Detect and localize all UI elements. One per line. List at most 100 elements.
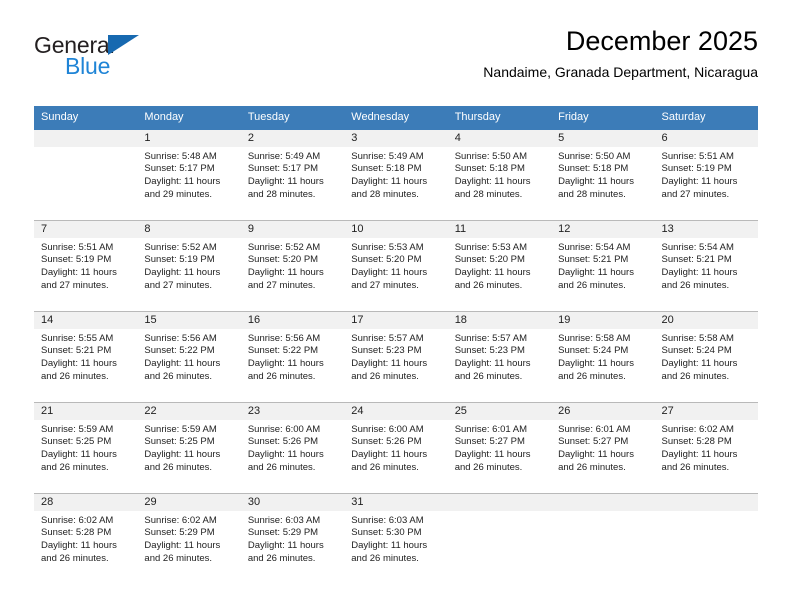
- day-number: 27: [654, 402, 758, 420]
- sunrise-text: Sunrise: 5:53 AM: [454, 241, 528, 253]
- daylight-text: Daylight: 11 hours and 26 minutes.: [558, 357, 634, 382]
- sunset-text: Sunset: 5:19 PM: [41, 254, 112, 266]
- day-cell-29[interactable]: 29 Sunrise: 6:02 AM Sunset: 5:29 PM Dayligh…: [137, 493, 241, 584]
- logo-text-blue: Blue: [65, 53, 111, 79]
- sunset-text: Sunset: 5:21 PM: [661, 254, 732, 266]
- weekday-header-tuesday: Tuesday: [247, 111, 290, 123]
- day-details: Sunrise: 5:53 AM Sunset: 5:20 PM Daylight:…: [448, 238, 551, 292]
- day-number: 7: [34, 220, 138, 238]
- day-cell-31[interactable]: 31 Sunrise: 6:03 AM Sunset: 5:30 PM Dayligh…: [344, 493, 448, 584]
- daylight-text: Daylight: 11 hours and 27 minutes.: [247, 266, 324, 291]
- day-cell-23[interactable]: 23 Sunrise: 6:00 AM Sunset: 5:26 PM Dayligh…: [240, 402, 345, 493]
- sunset-text: Sunset: 5:23 PM: [454, 345, 525, 357]
- day-number: 3: [344, 129, 448, 147]
- day-details: Sunrise: 5:55 AM Sunset: 5:21 PM Daylight:…: [34, 329, 137, 383]
- day-number: 26: [551, 402, 655, 420]
- day-details: Sunrise: 6:00 AM Sunset: 5:26 PM Daylight:…: [241, 420, 344, 474]
- sunrise-text: Sunrise: 5:53 AM: [351, 241, 424, 253]
- daylight-text: Daylight: 11 hours and 26 minutes.: [41, 539, 117, 564]
- day-cell-30[interactable]: 30 Sunrise: 6:03 AM Sunset: 5:29 PM Dayligh…: [240, 493, 345, 584]
- sunset-text: Sunset: 5:29 PM: [247, 527, 319, 539]
- daylight-text: Daylight: 11 hours and 26 minutes.: [661, 357, 738, 382]
- sunset-text: Sunset: 5:17 PM: [247, 163, 319, 175]
- sunset-text: Sunset: 5:18 PM: [454, 163, 525, 175]
- day-cell-6[interactable]: 6 Sunrise: 5:51 AM Sunset: 5:19 PM Daylight…: [654, 129, 758, 220]
- sunrise-text: Sunrise: 6:02 AM: [144, 514, 217, 526]
- day-cell-18[interactable]: 18 Sunrise: 5:57 AM Sunset: 5:23 PM Dayligh…: [447, 311, 552, 402]
- day-number: 18: [447, 311, 552, 329]
- sunset-text: Sunset: 5:23 PM: [351, 345, 422, 357]
- day-cell-25[interactable]: 25 Sunrise: 6:01 AM Sunset: 5:27 PM Dayligh…: [447, 402, 552, 493]
- calendar-weeks: 1 Sunrise: 5:48 AM Sunset: 5:17 PM Daylight…: [34, 129, 758, 584]
- day-cell-2[interactable]: 2 Sunrise: 5:49 AM Sunset: 5:17 PM Daylight…: [240, 129, 345, 220]
- day-cell-8[interactable]: 8 Sunrise: 5:52 AM Sunset: 5:19 PM Daylight…: [137, 220, 241, 311]
- day-number: 17: [344, 311, 448, 329]
- sunrise-text: Sunrise: 5:51 AM: [661, 150, 734, 162]
- day-cell-16[interactable]: 16 Sunrise: 5:56 AM Sunset: 5:22 PM Dayligh…: [240, 311, 345, 402]
- sunrise-text: Sunrise: 5:58 AM: [661, 332, 734, 344]
- day-cell-10[interactable]: 10 Sunrise: 5:53 AM Sunset: 5:20 PM Dayligh…: [344, 220, 448, 311]
- day-number: 13: [654, 220, 758, 238]
- day-cell-27[interactable]: 27 Sunrise: 6:02 AM Sunset: 5:28 PM Dayligh…: [654, 402, 758, 493]
- daylight-text: Daylight: 11 hours and 26 minutes.: [558, 448, 634, 473]
- daylight-text: Daylight: 11 hours and 26 minutes.: [144, 357, 221, 382]
- daylight-text: Daylight: 11 hours and 26 minutes.: [454, 357, 531, 382]
- daylight-text: Daylight: 11 hours and 26 minutes.: [247, 448, 324, 473]
- day-cell-26[interactable]: 26 Sunrise: 6:01 AM Sunset: 5:27 PM Dayligh…: [551, 402, 655, 493]
- day-details: Sunrise: 5:56 AM Sunset: 5:22 PM Daylight:…: [241, 329, 344, 383]
- day-details: Sunrise: 5:57 AM Sunset: 5:23 PM Daylight:…: [344, 329, 447, 383]
- calendar-week-row: 21 Sunrise: 5:59 AM Sunset: 5:25 PM Dayligh…: [34, 401, 758, 493]
- sunset-text: Sunset: 5:24 PM: [661, 345, 732, 357]
- day-cell-5[interactable]: 5 Sunrise: 5:50 AM Sunset: 5:18 PM Daylight…: [551, 129, 655, 220]
- sunrise-text: Sunrise: 6:03 AM: [247, 514, 321, 526]
- day-details: Sunrise: 5:49 AM Sunset: 5:18 PM Daylight:…: [344, 147, 447, 201]
- day-details: Sunrise: 5:59 AM Sunset: 5:25 PM Daylight:…: [34, 420, 137, 474]
- day-number: 5: [551, 129, 655, 147]
- day-cell-21[interactable]: 21 Sunrise: 5:59 AM Sunset: 5:25 PM Dayligh…: [34, 402, 138, 493]
- sunrise-text: Sunrise: 5:52 AM: [144, 241, 217, 253]
- day-cell-empty: [447, 493, 552, 584]
- day-cell-11[interactable]: 11 Sunrise: 5:53 AM Sunset: 5:20 PM Dayligh…: [447, 220, 552, 311]
- day-cell-3[interactable]: 3 Sunrise: 5:49 AM Sunset: 5:18 PM Daylight…: [344, 129, 448, 220]
- day-details: Sunrise: 5:48 AM Sunset: 5:17 PM Daylight:…: [137, 147, 240, 201]
- day-cell-19[interactable]: 19 Sunrise: 5:58 AM Sunset: 5:24 PM Dayligh…: [551, 311, 655, 402]
- day-cell-20[interactable]: 20 Sunrise: 5:58 AM Sunset: 5:24 PM Dayligh…: [654, 311, 758, 402]
- day-cell-24[interactable]: 24 Sunrise: 6:00 AM Sunset: 5:26 PM Dayligh…: [344, 402, 448, 493]
- daylight-text: Daylight: 11 hours and 29 minutes.: [144, 175, 221, 200]
- day-details: Sunrise: 5:50 AM Sunset: 5:18 PM Daylight:…: [448, 147, 551, 201]
- general-blue-logo[interactable]: General Blue: [34, 34, 244, 92]
- sunrise-text: Sunrise: 5:59 AM: [41, 423, 114, 435]
- day-details: Sunrise: 5:52 AM Sunset: 5:19 PM Daylight:…: [137, 238, 240, 292]
- day-cell-28[interactable]: 28 Sunrise: 6:02 AM Sunset: 5:28 PM Dayligh…: [34, 493, 138, 584]
- sunset-text: Sunset: 5:25 PM: [41, 436, 112, 448]
- day-cell-4[interactable]: 4 Sunrise: 5:50 AM Sunset: 5:18 PM Daylight…: [447, 129, 552, 220]
- day-cell-22[interactable]: 22 Sunrise: 5:59 AM Sunset: 5:25 PM Dayligh…: [137, 402, 241, 493]
- day-number: 20: [654, 311, 758, 329]
- daylight-text: Daylight: 11 hours and 26 minutes.: [41, 448, 117, 473]
- day-details: Sunrise: 6:02 AM Sunset: 5:28 PM Daylight:…: [655, 420, 758, 474]
- weekday-header-saturday: Saturday: [661, 111, 706, 123]
- weekday-header-wednesday: Wednesday: [351, 111, 410, 123]
- day-cell-12[interactable]: 12 Sunrise: 5:54 AM Sunset: 5:21 PM Dayligh…: [551, 220, 655, 311]
- day-number: 21: [34, 402, 138, 420]
- day-cell-9[interactable]: 9 Sunrise: 5:52 AM Sunset: 5:20 PM Daylight…: [240, 220, 345, 311]
- sunrise-text: Sunrise: 5:49 AM: [247, 150, 321, 162]
- day-cell-17[interactable]: 17 Sunrise: 5:57 AM Sunset: 5:23 PM Dayligh…: [344, 311, 448, 402]
- day-number: 15: [137, 311, 241, 329]
- day-number: 8: [137, 220, 241, 238]
- day-cell-15[interactable]: 15 Sunrise: 5:56 AM Sunset: 5:22 PM Dayligh…: [137, 311, 241, 402]
- day-cell-7[interactable]: 7 Sunrise: 5:51 AM Sunset: 5:19 PM Daylight…: [34, 220, 138, 311]
- sunrise-text: Sunrise: 6:01 AM: [454, 423, 528, 435]
- sunrise-text: Sunrise: 5:55 AM: [41, 332, 114, 344]
- sunset-text: Sunset: 5:21 PM: [558, 254, 629, 266]
- day-details: Sunrise: 6:03 AM Sunset: 5:29 PM Daylight:…: [241, 511, 344, 565]
- daylight-text: Daylight: 11 hours and 27 minutes.: [661, 175, 738, 200]
- calendar-week-row: 7 Sunrise: 5:51 AM Sunset: 5:19 PM Daylight…: [34, 219, 758, 311]
- day-details: Sunrise: 5:51 AM Sunset: 5:19 PM Daylight:…: [34, 238, 137, 292]
- daylight-text: Daylight: 11 hours and 26 minutes.: [454, 266, 531, 291]
- day-details: Sunrise: 5:54 AM Sunset: 5:21 PM Daylight:…: [551, 238, 654, 292]
- sunrise-text: Sunrise: 6:02 AM: [41, 514, 114, 526]
- day-cell-14[interactable]: 14 Sunrise: 5:55 AM Sunset: 5:21 PM Dayligh…: [34, 311, 138, 402]
- day-cell-1[interactable]: 1 Sunrise: 5:48 AM Sunset: 5:17 PM Daylight…: [137, 129, 241, 220]
- day-cell-13[interactable]: 13 Sunrise: 5:54 AM Sunset: 5:21 PM Dayligh…: [654, 220, 758, 311]
